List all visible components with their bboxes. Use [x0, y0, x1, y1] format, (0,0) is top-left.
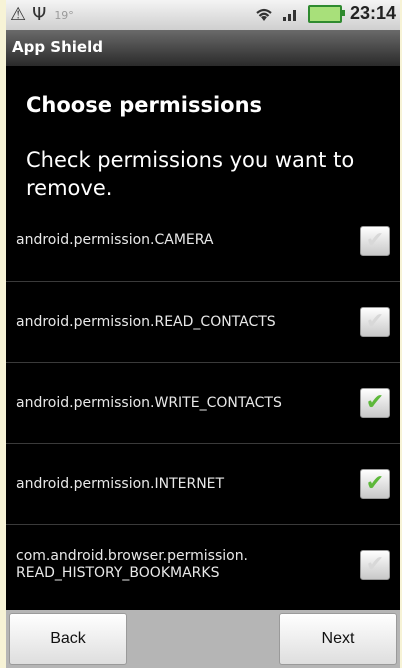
- warning-icon: ⚠: [10, 4, 27, 25]
- app-screen: ⚠ Ψ 19° 23:14 App Shield Choose permissi…: [6, 0, 400, 668]
- usb-icon: Ψ: [32, 4, 47, 25]
- battery-icon: [307, 4, 345, 23]
- permission-label: android.permission.INTERNET: [16, 475, 225, 492]
- checkmark-icon: ✔: [365, 552, 385, 577]
- checkmark-icon: ✔: [365, 390, 385, 415]
- permission-row[interactable]: android.permission.WRITE_CONTACTS ✔: [6, 362, 400, 443]
- permission-list: android.permission.CAMERA ✔ android.permis…: [6, 200, 400, 605]
- status-bar: ⚠ Ψ 19° 23:14: [6, 0, 400, 30]
- system-icons: 23:14: [254, 3, 396, 24]
- temperature-text: 19°: [54, 8, 74, 22]
- permission-label: android.permission.WRITE_CONTACTS: [16, 394, 282, 411]
- permission-checkbox[interactable]: ✔: [360, 225, 390, 256]
- checkmark-icon: ✔: [365, 227, 385, 253]
- permission-row[interactable]: android.permission.READ_CONTACTS ✔: [6, 281, 400, 362]
- signal-icon: [282, 9, 296, 21]
- wifi-icon: [256, 8, 272, 21]
- title-bar: App Shield: [6, 30, 400, 66]
- back-button[interactable]: Back: [9, 613, 127, 665]
- permission-checkbox[interactable]: ✔: [360, 550, 390, 580]
- app-title: App Shield: [12, 38, 103, 56]
- permission-label: android.permission.CAMERA: [16, 232, 214, 248]
- next-button[interactable]: Next: [279, 613, 397, 665]
- permission-row[interactable]: android.permission.CAMERA ✔: [6, 200, 400, 281]
- button-bar: Back Next: [6, 610, 400, 668]
- notification-icons: ⚠ Ψ 19°: [10, 4, 74, 26]
- clock: 23:14: [349, 3, 396, 23]
- checkmark-icon: ✔: [365, 309, 385, 334]
- permission-checkbox[interactable]: ✔: [360, 307, 390, 337]
- checkmark-icon: ✔: [365, 471, 385, 496]
- permission-row[interactable]: android.permission.INTERNET ✔: [6, 443, 400, 524]
- permission-label: android.permission.READ_CONTACTS: [16, 313, 276, 330]
- permission-checkbox[interactable]: ✔: [360, 469, 390, 499]
- permission-row[interactable]: com.android.browser.permission. READ_HIS…: [6, 524, 400, 605]
- page-instructions: Check permissions you want to remove.: [26, 148, 355, 200]
- page-title: Choose permissions: [26, 93, 263, 117]
- permission-label: com.android.browser.permission. READ_HIS…: [16, 548, 249, 581]
- permission-checkbox[interactable]: ✔: [360, 388, 390, 418]
